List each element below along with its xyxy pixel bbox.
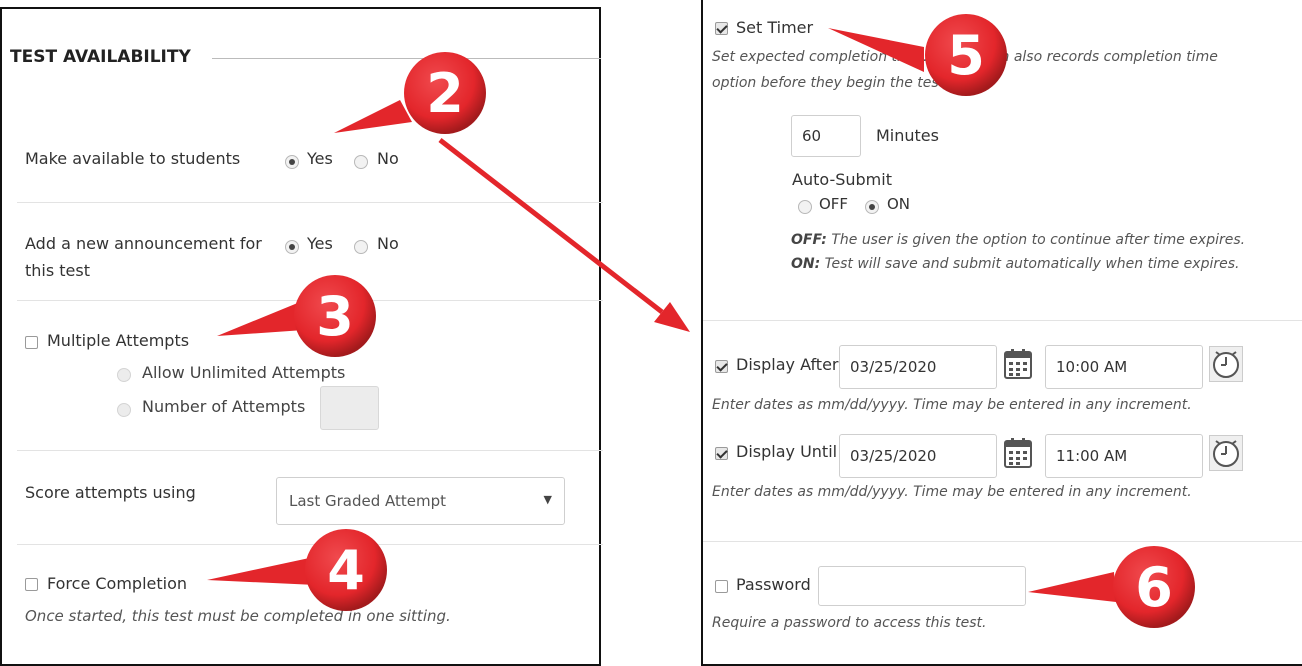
score-attempts-value: Last Graded Attempt <box>289 492 447 510</box>
make-available-no-label: No <box>377 149 399 168</box>
clock-icon[interactable] <box>1209 346 1243 382</box>
divider <box>703 320 1302 321</box>
set-timer-checkbox[interactable] <box>715 22 728 35</box>
auto-submit-on-label: ON <box>887 195 911 213</box>
test-availability-panel: TEST AVAILABILITY Make available to stud… <box>0 7 603 666</box>
announcement-yes-label: Yes <box>307 234 333 253</box>
force-completion-checkbox[interactable] <box>25 578 38 591</box>
password-hint: Require a password to access this test. <box>712 615 987 631</box>
auto-submit-off-hint: OFF: The user is given the option to con… <box>791 232 1246 248</box>
section-title-rule <box>212 58 601 59</box>
password-label: Password <box>736 575 811 594</box>
chevron-down-icon: ▼ <box>543 493 552 506</box>
divider <box>17 450 603 451</box>
score-attempts-select[interactable]: Last Graded Attempt ▼ <box>276 477 565 525</box>
calendar-icon[interactable] <box>1003 437 1033 469</box>
display-after-label: Display After <box>736 355 839 374</box>
clock-icon[interactable] <box>1209 435 1243 471</box>
multiple-attempts-checkbox[interactable] <box>25 336 38 349</box>
divider <box>17 202 603 203</box>
auto-submit-on-radio[interactable] <box>865 200 879 214</box>
display-until-checkbox[interactable] <box>715 447 728 460</box>
auto-submit-label: Auto-Submit <box>792 170 892 189</box>
make-available-label: Make available to students <box>25 149 241 168</box>
display-until-label: Display Until <box>736 442 838 461</box>
make-available-yes-label: Yes <box>307 149 333 168</box>
announcement-label-line2: this test <box>25 261 91 280</box>
calendar-icon[interactable] <box>1003 348 1033 380</box>
auto-submit-off-radio[interactable] <box>798 200 812 214</box>
force-completion-label: Force Completion <box>47 574 188 593</box>
divider <box>17 300 603 301</box>
display-after-hint: Enter dates as mm/dd/yyyy. Time may be e… <box>712 397 1192 413</box>
announcement-no-radio[interactable] <box>354 240 368 254</box>
test-options-panel: Set Timer Set expected completion time. … <box>701 0 1302 666</box>
display-after-date-input[interactable]: 03/25/2020 <box>839 345 997 389</box>
section-title: TEST AVAILABILITY <box>10 47 191 67</box>
divider <box>17 544 603 545</box>
unlimited-attempts-radio[interactable] <box>117 368 131 382</box>
auto-submit-off-label: OFF <box>819 195 849 213</box>
announcement-yes-radio[interactable] <box>285 240 299 254</box>
unlimited-attempts-label: Allow Unlimited Attempts <box>142 363 346 382</box>
number-attempts-input[interactable] <box>320 386 379 430</box>
auto-submit-on-hint: ON: Test will save and submit automatica… <box>791 256 1240 272</box>
display-until-hint: Enter dates as mm/dd/yyyy. Time may be e… <box>712 484 1192 500</box>
set-timer-hint-line2: option before they begin the test. <box>712 75 949 91</box>
display-until-date-input[interactable]: 03/25/2020 <box>839 434 997 478</box>
multiple-attempts-label: Multiple Attempts <box>47 331 190 350</box>
announcement-label-line1: Add a new announcement for <box>25 234 262 253</box>
divider <box>703 541 1302 542</box>
display-after-time-input[interactable]: 10:00 AM <box>1045 345 1203 389</box>
make-available-yes-radio[interactable] <box>285 155 299 169</box>
force-completion-hint: Once started, this test must be complete… <box>25 607 451 625</box>
display-after-checkbox[interactable] <box>715 360 728 373</box>
announcement-no-label: No <box>377 234 399 253</box>
password-input[interactable] <box>818 566 1026 606</box>
password-checkbox[interactable] <box>715 580 728 593</box>
set-timer-hint-line1: Set expected completion time. This optio… <box>712 49 1218 65</box>
set-timer-label: Set Timer <box>736 18 814 37</box>
minutes-label: Minutes <box>876 126 939 145</box>
score-attempts-label: Score attempts using <box>25 483 196 502</box>
number-attempts-radio[interactable] <box>117 403 131 417</box>
number-attempts-label: Number of Attempts <box>142 397 306 416</box>
make-available-no-radio[interactable] <box>354 155 368 169</box>
display-until-time-input[interactable]: 11:00 AM <box>1045 434 1203 478</box>
timer-minutes-input[interactable]: 60 <box>791 115 861 157</box>
